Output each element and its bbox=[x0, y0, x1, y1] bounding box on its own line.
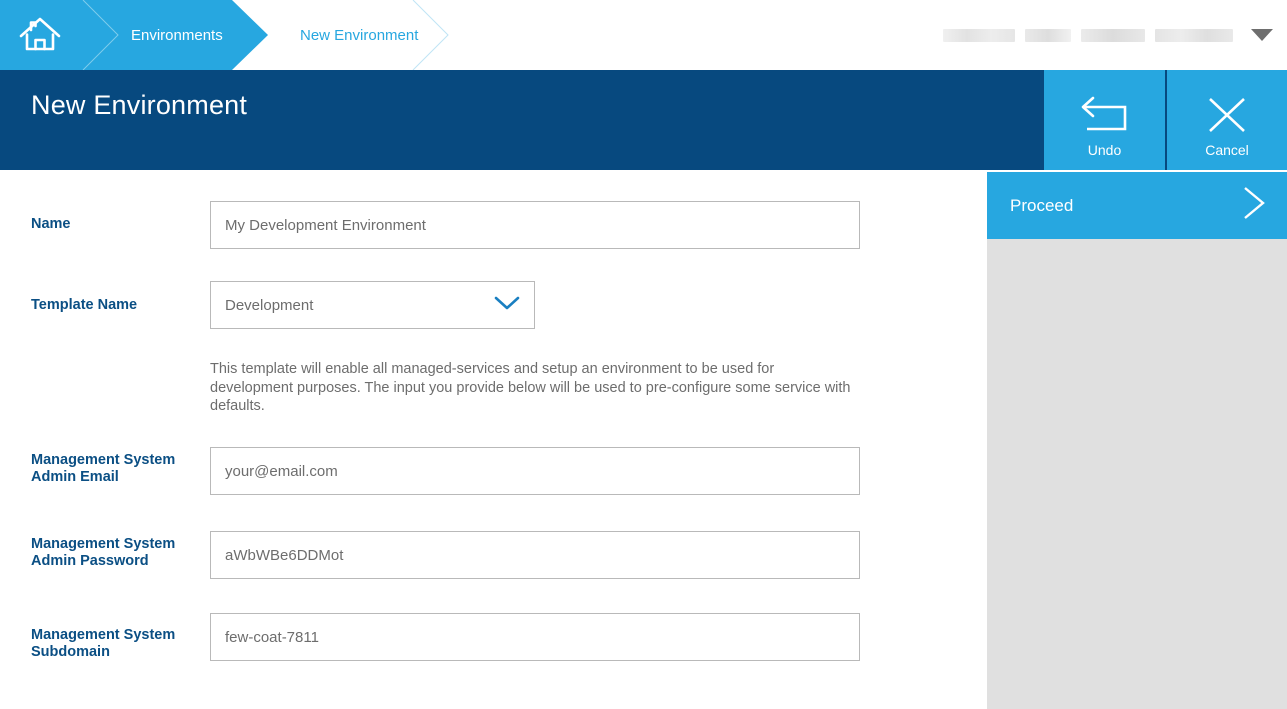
close-x-icon bbox=[1203, 87, 1251, 142]
template-name-select[interactable]: Development bbox=[210, 281, 535, 329]
chevron-down-icon bbox=[492, 293, 522, 317]
field-label-admin-password: Management System Admin Password bbox=[31, 536, 176, 569]
undo-arrow-icon bbox=[1079, 87, 1131, 142]
user-name-redacted bbox=[943, 28, 1233, 42]
redacted-text-block bbox=[1155, 28, 1233, 42]
subdomain-input-value: few-coat-7811 bbox=[225, 628, 319, 646]
breadcrumb-item-new-environment[interactable]: New Environment bbox=[300, 0, 418, 70]
page-header: New Environment bbox=[0, 70, 1044, 170]
admin-email-input-value: your@email.com bbox=[225, 462, 338, 480]
breadcrumb-item-environments[interactable]: Environments bbox=[131, 0, 223, 70]
undo-button[interactable]: Undo bbox=[1044, 70, 1167, 170]
breadcrumb-item-home[interactable] bbox=[0, 0, 80, 70]
template-name-select-value: Development bbox=[225, 296, 314, 314]
admin-password-input[interactable]: aWbWBe6DDMot bbox=[210, 531, 860, 579]
breadcrumb-item-label: Environments bbox=[131, 26, 223, 44]
chevron-down-icon[interactable] bbox=[1251, 29, 1273, 41]
cancel-button-label: Cancel bbox=[1205, 142, 1249, 158]
field-label-template-name: Template Name bbox=[31, 297, 138, 313]
redacted-text-block bbox=[943, 28, 1015, 42]
template-description: This template will enable all managed-se… bbox=[210, 361, 851, 414]
home-icon bbox=[18, 15, 62, 55]
redacted-text-block bbox=[1025, 28, 1071, 42]
admin-email-input[interactable]: your@email.com bbox=[210, 447, 860, 495]
subdomain-input[interactable]: few-coat-7811 bbox=[210, 613, 860, 661]
undo-button-label: Undo bbox=[1087, 142, 1122, 158]
form-panel: Name My Development Environment Template… bbox=[0, 172, 987, 709]
breadcrumb-item-label: New Environment bbox=[300, 26, 419, 44]
admin-password-input-value: aWbWBe6DDMot bbox=[225, 546, 344, 564]
page-title: New Environment bbox=[31, 90, 248, 120]
proceed-button[interactable]: Proceed bbox=[987, 172, 1287, 239]
name-input-value: My Development Environment bbox=[225, 216, 426, 234]
user-menu[interactable] bbox=[943, 0, 1287, 70]
field-label-name: Name bbox=[31, 216, 71, 232]
proceed-button-label: Proceed bbox=[1010, 195, 1074, 215]
cancel-button[interactable]: Cancel bbox=[1167, 70, 1287, 170]
chevron-right-icon bbox=[1237, 181, 1271, 230]
field-label-admin-email: Management System Admin Email bbox=[31, 452, 176, 485]
redacted-text-block bbox=[1081, 28, 1145, 42]
breadcrumb-separator-2 bbox=[412, 0, 458, 70]
proceed-panel: Proceed bbox=[987, 172, 1287, 709]
breadcrumb: Environments New Environment bbox=[0, 0, 1287, 70]
name-input[interactable]: My Development Environment bbox=[210, 201, 860, 249]
field-label-subdomain: Management System Subdomain bbox=[31, 627, 176, 660]
